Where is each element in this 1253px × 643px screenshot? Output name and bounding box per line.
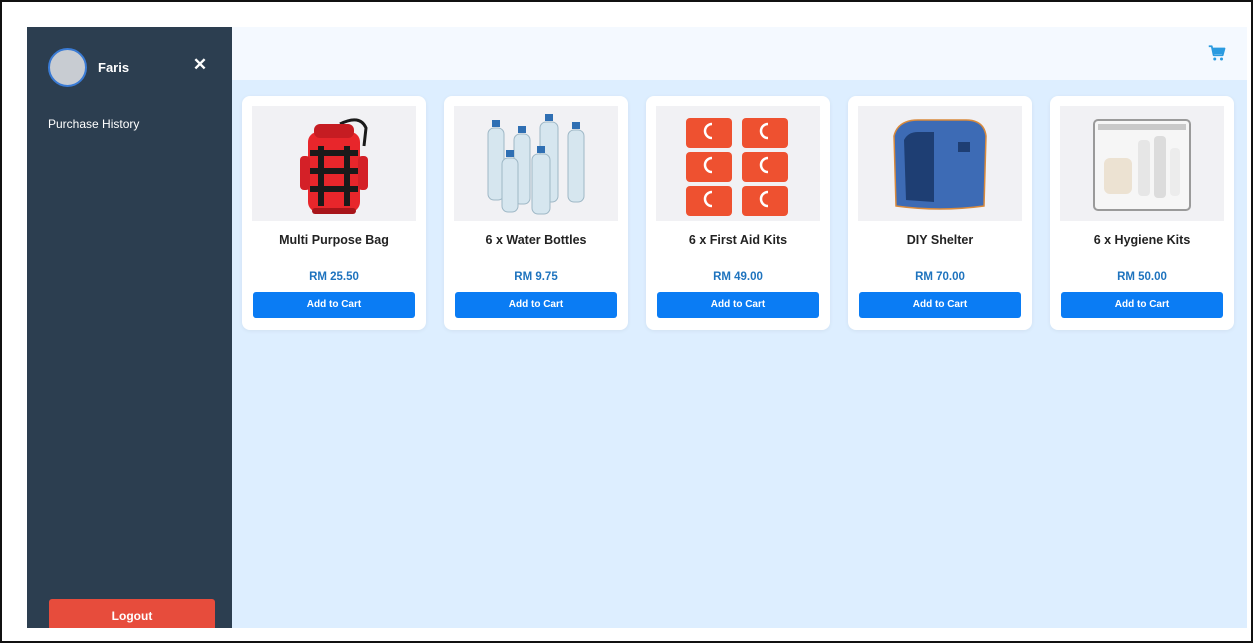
hygiene-kit-image [1093,119,1191,211]
add-to-cart-button[interactable]: Add to Cart [455,292,617,318]
product-price: RM 49.00 [713,271,763,283]
product-image [252,106,416,221]
product-image [1060,106,1224,221]
product-card: 6 x Hygiene Kits RM 50.00 Add to Cart [1050,96,1234,330]
sidebar-item-purchase-history[interactable]: Purchase History [48,117,139,131]
add-to-cart-button[interactable]: Add to Cart [253,292,415,318]
product-image [858,106,1022,221]
product-name: 6 x First Aid Kits [688,233,788,247]
water-bottles-image [487,114,585,215]
product-name: 6 x Hygiene Kits [1093,233,1191,247]
product-name: 6 x Water Bottles [485,233,587,247]
main-content: Multi Purpose Bag RM 25.50 Add to Cart 6… [232,27,1247,628]
product-card: 6 x Water Bottles RM 9.75 Add to Cart [444,96,628,330]
product-price: RM 25.50 [309,271,359,283]
product-name: Multi Purpose Bag [279,233,389,247]
product-image [656,106,820,221]
add-to-cart-button[interactable]: Add to Cart [1061,292,1223,318]
backpack-image [300,118,368,214]
product-name: DIY Shelter [906,233,974,247]
add-to-cart-button[interactable]: Add to Cart [859,292,1021,318]
product-price: RM 50.00 [1117,271,1167,283]
avatar [48,48,87,87]
close-icon: ✕ [192,55,208,74]
sidebar: Faris ✕ Purchase History Logout [27,27,232,628]
user-profile: Faris [48,48,129,87]
window-frame: Faris ✕ Purchase History Logout Multi Pu… [0,0,1253,643]
close-sidebar-button[interactable]: ✕ [192,55,208,74]
username-label: Faris [98,60,130,75]
product-card: DIY Shelter RM 70.00 Add to Cart [848,96,1032,330]
shelter-image [893,119,987,210]
logout-button[interactable]: Logout [49,599,215,628]
product-price: RM 70.00 [915,271,965,283]
product-card: 6 x First Aid Kits RM 49.00 Add to Cart [646,96,830,330]
product-price: RM 9.75 [514,271,558,283]
app-container: Faris ✕ Purchase History Logout Multi Pu… [27,27,1247,628]
add-to-cart-button[interactable]: Add to Cart [657,292,819,318]
product-image [454,106,618,221]
first-aid-kits-image [686,118,788,216]
product-card: Multi Purpose Bag RM 25.50 Add to Cart [242,96,426,330]
product-grid: Multi Purpose Bag RM 25.50 Add to Cart 6… [242,96,1234,330]
top-bar [232,27,1247,80]
cart-icon[interactable] [1208,44,1226,62]
